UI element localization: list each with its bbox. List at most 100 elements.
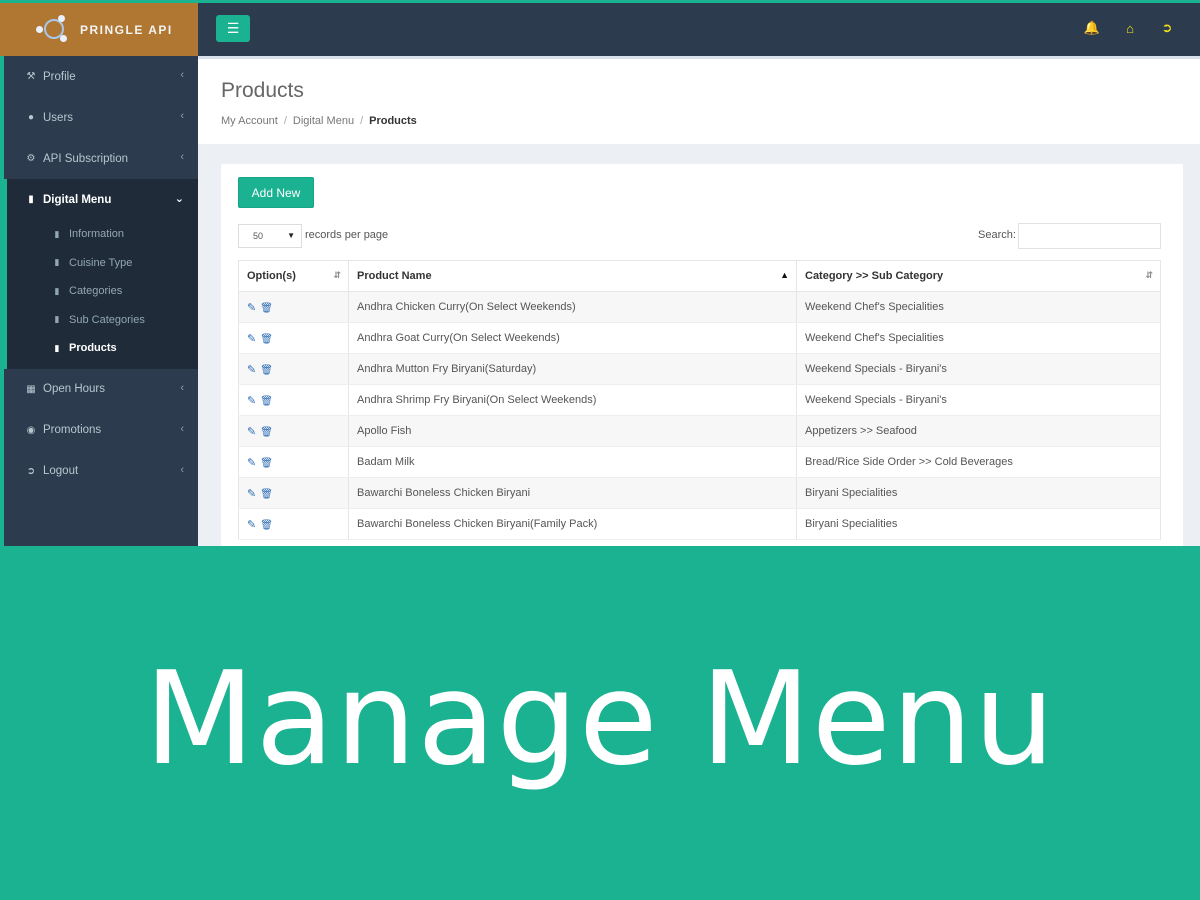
brand-logo[interactable]: PRINGLE API — [0, 3, 198, 56]
bars-icon: ☰ — [226, 20, 240, 36]
bell-icon[interactable]: 🔔 — [1083, 19, 1101, 37]
chevron-left-icon: ‹ — [180, 151, 184, 163]
sidebar: ⚒ Profile ‹ ● Users ‹ ⚙ API Subscription… — [0, 56, 198, 546]
sidebar-item-label: Users — [43, 111, 74, 124]
sidebar-subitem-information[interactable]: ▮ Information — [7, 220, 198, 249]
category-cell: Biryani Specialities — [796, 477, 1161, 509]
sidebar-subitem-label: Information — [69, 228, 125, 241]
table-row: ✎ 🗑 Bawarchi Boneless Chicken Biryani(Fam… — [238, 508, 1161, 540]
records-per-page-value: 50 — [253, 231, 264, 241]
cutlery-icon: ▮ — [54, 285, 60, 296]
chevron-down-icon: ⌄ — [174, 193, 184, 205]
cutlery-icon: ▮ — [28, 194, 34, 205]
product-name-cell: Bawarchi Boneless Chicken Biryani — [348, 477, 797, 509]
trash-icon[interactable]: 🗑 — [260, 303, 273, 314]
breadcrumb-separator: / — [283, 115, 287, 127]
main-content: Products My Account / Digital Menu / Pro… — [198, 56, 1200, 546]
add-new-button[interactable]: Add New — [238, 177, 314, 208]
sort-icon: ⇵ — [1145, 270, 1153, 280]
sidebar-subitem-cuisine-type[interactable]: ▮ Cuisine Type — [7, 249, 198, 278]
sidebar-subitem-products[interactable]: ▮ Products — [7, 334, 198, 363]
table-header-row: Option(s) ⇵ Product Name ▲ Category >> S… — [238, 260, 1161, 292]
sign-out-icon[interactable]: ➲ — [1158, 19, 1176, 37]
product-name-cell: Bawarchi Boneless Chicken Biryani(Family… — [348, 508, 797, 540]
category-cell: Weekend Chef's Specialities — [796, 291, 1161, 323]
sidebar-subitem-categories[interactable]: ▮ Categories — [7, 277, 198, 306]
calendar-icon: ▦ — [26, 383, 36, 395]
users-icon: ● — [27, 112, 35, 123]
category-cell: Weekend Chef's Specialities — [796, 322, 1161, 354]
pencil-icon[interactable]: ✎ — [247, 302, 256, 314]
table-row: ✎ 🗑 Badam Milk Bread/Rice Side Order >> C… — [238, 446, 1161, 478]
page-title: Products — [221, 79, 304, 102]
pencil-icon[interactable]: ✎ — [247, 395, 256, 407]
table-row: ✎ 🗑 Apollo Fish Appetizers >> Seafood — [238, 415, 1161, 447]
sidebar-item-digital-menu[interactable]: ▮ Digital Menu ⌄ — [4, 179, 198, 220]
table-body: ✎ 🗑 Andhra Chicken Curry(On Select Weeken… — [238, 291, 1161, 540]
column-header-label: Category >> Sub Category — [805, 270, 944, 282]
sidebar-item-profile[interactable]: ⚒ Profile ‹ — [4, 56, 198, 97]
column-header-options[interactable]: Option(s) ⇵ — [238, 260, 349, 292]
pencil-icon[interactable]: ✎ — [247, 364, 256, 376]
records-per-page-label: records per page — [305, 229, 389, 241]
trash-icon[interactable]: 🗑 — [260, 489, 273, 500]
sort-icon: ⇵ — [333, 270, 341, 280]
trash-icon[interactable]: 🗑 — [260, 396, 273, 407]
chevron-left-icon: ‹ — [180, 463, 184, 476]
sidebar-item-label: Open Hours — [43, 383, 106, 395]
menu-toggle-button[interactable]: ☰ — [216, 15, 250, 42]
cutlery-icon: ▮ — [54, 257, 60, 268]
sidebar-item-label: Digital Menu — [43, 193, 112, 206]
wrench-icon: ⚒ — [26, 71, 36, 82]
sidebar-item-open-hours[interactable]: ▦ Open Hours ‹ — [4, 369, 198, 410]
top-navbar: PRINGLE API ☰ 🔔 ⌂ ➲ — [0, 0, 1200, 56]
products-box: Add New 50 ▼ records per page Search: Op… — [221, 164, 1183, 546]
products-table: Option(s) ⇵ Product Name ▲ Category >> S… — [238, 260, 1161, 540]
records-per-page-select[interactable]: 50 ▼ — [238, 224, 302, 248]
content-header: Products My Account / Digital Menu / Pro… — [198, 56, 1200, 144]
table-row: ✎ 🗑 Andhra Shrimp Fry Biryani(On Select W… — [238, 384, 1161, 416]
breadcrumb-digital-menu[interactable]: Digital Menu — [293, 115, 354, 127]
column-header-product-name[interactable]: Product Name ▲ — [348, 260, 797, 292]
pencil-icon[interactable]: ✎ — [247, 426, 256, 438]
banner-title: Manage Menu — [144, 645, 1056, 794]
breadcrumb-my-account[interactable]: My Account — [221, 115, 278, 127]
pencil-icon[interactable]: ✎ — [247, 488, 256, 500]
row-options: ✎ 🗑 — [238, 384, 349, 416]
sidebar-item-promotions[interactable]: ◉ Promotions ‹ — [4, 410, 198, 451]
sidebar-subitem-label: Categories — [69, 285, 123, 298]
breadcrumb-products: Products — [369, 115, 417, 127]
product-name-cell: Andhra Shrimp Fry Biryani(On Select Week… — [348, 384, 797, 416]
pencil-icon[interactable]: ✎ — [247, 519, 256, 531]
sidebar-subitem-sub-categories[interactable]: ▮ Sub Categories — [7, 306, 198, 335]
sidebar-subitem-label: Products — [69, 342, 117, 355]
row-options: ✎ 🗑 — [238, 477, 349, 509]
trash-icon[interactable]: 🗑 — [260, 520, 273, 531]
chevron-left-icon: ‹ — [180, 110, 184, 122]
column-header-label: Option(s) — [247, 270, 296, 282]
digital-menu-submenu: ▮ Information ▮ Cuisine Type ▮ Categorie… — [4, 220, 198, 369]
chevron-left-icon: ‹ — [180, 422, 184, 435]
trash-icon[interactable]: 🗑 — [260, 427, 273, 438]
home-icon[interactable]: ⌂ — [1121, 19, 1139, 37]
sidebar-item-api-subscription[interactable]: ⚙ API Subscription ‹ — [4, 138, 198, 179]
column-header-label: Product Name — [357, 270, 432, 282]
column-header-category[interactable]: Category >> Sub Category ⇵ — [796, 260, 1161, 292]
table-row: ✎ 🗑 Andhra Goat Curry(On Select Weekends)… — [238, 322, 1161, 354]
category-cell: Biryani Specialities — [796, 508, 1161, 540]
trash-icon[interactable]: 🗑 — [260, 334, 273, 345]
trash-icon[interactable]: 🗑 — [260, 365, 273, 376]
search-input[interactable] — [1018, 223, 1161, 249]
sidebar-item-label: Promotions — [43, 424, 102, 436]
sidebar-item-users[interactable]: ● Users ‹ — [4, 97, 198, 138]
sidebar-item-logout[interactable]: ➲ Logout ‹ — [4, 451, 198, 492]
row-options: ✎ 🗑 — [238, 508, 349, 540]
pencil-icon[interactable]: ✎ — [247, 457, 256, 469]
chevron-left-icon: ‹ — [180, 381, 184, 394]
comment-icon: ◉ — [26, 424, 36, 436]
sidebar-item-label: Profile — [43, 70, 76, 83]
row-options: ✎ 🗑 — [238, 291, 349, 323]
trash-icon[interactable]: 🗑 — [260, 458, 273, 469]
pencil-icon[interactable]: ✎ — [247, 333, 256, 345]
product-name-cell: Andhra Mutton Fry Biryani(Saturday) — [348, 353, 797, 385]
